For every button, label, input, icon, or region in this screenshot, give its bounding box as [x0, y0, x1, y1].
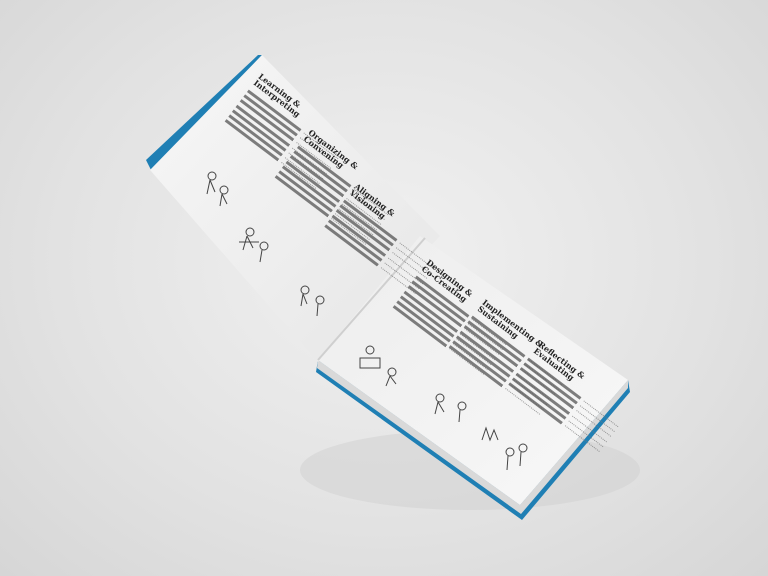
book-mockup — [146, 55, 640, 520]
